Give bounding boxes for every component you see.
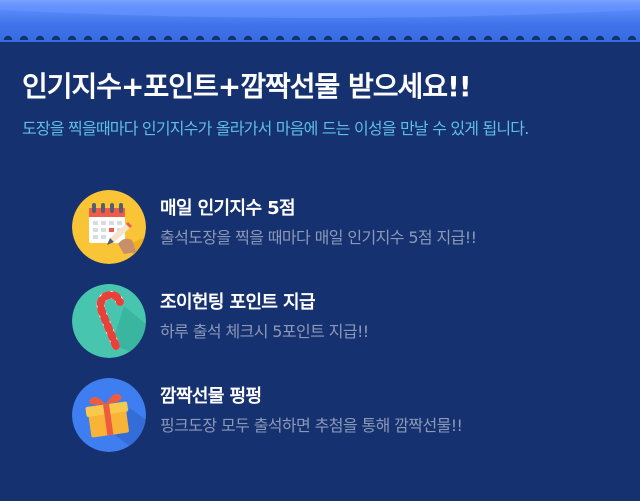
feature-item-gift: 깜짝선물 펑펑 핑크도장 모두 출석하면 추첨을 통해 깜짝선물!! [72,378,592,454]
feature-title: 매일 인기지수 5점 [160,198,296,219]
feature-title: 깜짝선물 펑펑 [160,386,262,407]
gift-box-icon [72,378,146,452]
feature-item-popularity: 매일 인기지수 5점 출석도장을 찍을 때마다 매일 인기지수 5점 지급!! [72,190,592,266]
calendar-icon [72,190,146,264]
feature-title: 조이헌팅 포인트 지급 [160,292,316,313]
scalloped-edge [0,0,640,42]
top-banner-strip [0,0,640,42]
feature-description: 출석도장을 찍을 때마다 매일 인기지수 5점 지급!! [160,228,477,247]
event-subheadline: 도장을 찍을때마다 인기지수가 올라가서 마음에 드는 이성을 만날 수 있게 … [22,119,529,138]
feature-description: 하루 출석 체크시 5포인트 지급!! [160,322,369,341]
attendance-event-panel: 인기지수+포인트+깜짝선물 받으세요!! 도장을 찍을때마다 인기지수가 올라가… [0,0,640,501]
feature-description: 핑크도장 모두 출석하면 추첨을 통해 깜짝선물!! [160,416,463,435]
feature-item-points: 조이헌팅 포인트 지급 하루 출석 체크시 5포인트 지급!! [72,284,592,360]
candy-cane-icon [72,284,146,358]
event-headline: 인기지수+포인트+깜짝선물 받으세요!! [22,70,472,103]
